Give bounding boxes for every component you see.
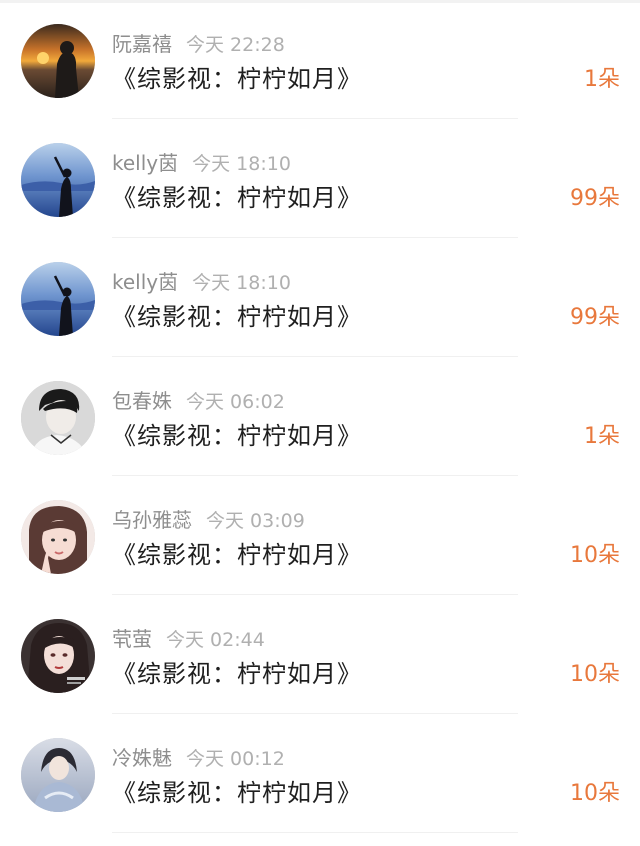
avatar[interactable] bbox=[21, 262, 95, 336]
avatar[interactable] bbox=[21, 738, 95, 812]
book-title[interactable]: 《综影视：柠柠如月》 bbox=[112, 181, 362, 215]
blue-sea-figure-icon bbox=[21, 262, 95, 336]
list-item[interactable]: 乌孙雅蕊 今天 03:09 《综影视：柠柠如月》 10朵 bbox=[0, 476, 640, 595]
sunset-silhouette-icon bbox=[21, 24, 95, 98]
painted-lady-icon bbox=[21, 738, 95, 812]
list-item[interactable]: 包春姝 今天 06:02 《综影视：柠柠如月》 1朵 bbox=[0, 357, 640, 476]
book-title[interactable]: 《综影视：柠柠如月》 bbox=[112, 419, 362, 453]
timestamp: 今天 18:10 bbox=[192, 153, 291, 175]
user-name[interactable]: kelly茵 bbox=[112, 270, 178, 294]
timestamp: 今天 02:44 bbox=[166, 629, 265, 651]
avatar[interactable] bbox=[21, 500, 95, 574]
user-name[interactable]: 冷姝魅 bbox=[112, 746, 172, 770]
gift-count: 99朵 bbox=[570, 305, 620, 330]
blue-sea-figure-icon bbox=[21, 143, 95, 217]
record-meta: kelly茵 今天 18:10 bbox=[112, 149, 291, 177]
user-name[interactable]: 茕萤 bbox=[112, 627, 152, 651]
list-item[interactable]: 阮嘉禧 今天 22:28 《综影视：柠柠如月》 1朵 bbox=[0, 0, 640, 119]
gift-count: 99朵 bbox=[570, 186, 620, 211]
avatar[interactable] bbox=[21, 24, 95, 98]
user-name[interactable]: kelly茵 bbox=[112, 151, 178, 175]
timestamp: 今天 06:02 bbox=[186, 391, 285, 413]
girl-peace-sign-icon bbox=[21, 500, 95, 574]
avatar[interactable] bbox=[21, 381, 95, 455]
illustrated-girl-icon bbox=[21, 619, 95, 693]
record-meta: kelly茵 今天 18:10 bbox=[112, 268, 291, 296]
user-name[interactable]: 阮嘉禧 bbox=[112, 32, 172, 56]
record-meta: 阮嘉禧 今天 22:28 bbox=[112, 30, 285, 58]
record-meta: 茕萤 今天 02:44 bbox=[112, 625, 265, 653]
timestamp: 今天 22:28 bbox=[186, 34, 285, 56]
book-title[interactable]: 《综影视：柠柠如月》 bbox=[112, 776, 362, 810]
gift-count: 10朵 bbox=[570, 543, 620, 568]
list-item[interactable]: 茕萤 今天 02:44 《综影视：柠柠如月》 10朵 bbox=[0, 595, 640, 714]
book-title[interactable]: 《综影视：柠柠如月》 bbox=[112, 62, 362, 96]
row-divider bbox=[112, 832, 518, 833]
record-meta: 乌孙雅蕊 今天 03:09 bbox=[112, 506, 305, 534]
gift-count: 1朵 bbox=[584, 424, 620, 449]
gift-count: 1朵 bbox=[584, 67, 620, 92]
book-title[interactable]: 《综影视：柠柠如月》 bbox=[112, 657, 362, 691]
record-meta: 冷姝魅 今天 00:12 bbox=[112, 744, 285, 772]
avatar[interactable] bbox=[21, 143, 95, 217]
record-meta: 包春姝 今天 06:02 bbox=[112, 387, 285, 415]
list-item[interactable]: kelly茵 今天 18:10 《综影视：柠柠如月》 99朵 bbox=[0, 238, 640, 357]
book-title[interactable]: 《综影视：柠柠如月》 bbox=[112, 538, 362, 572]
timestamp: 今天 03:09 bbox=[206, 510, 305, 532]
list-item[interactable]: kelly茵 今天 18:10 《综影视：柠柠如月》 99朵 bbox=[0, 119, 640, 238]
book-title[interactable]: 《综影视：柠柠如月》 bbox=[112, 300, 362, 334]
user-name[interactable]: 包春姝 bbox=[112, 389, 172, 413]
user-name[interactable]: 乌孙雅蕊 bbox=[112, 508, 192, 532]
timestamp: 今天 00:12 bbox=[186, 748, 285, 770]
monochrome-boy-icon bbox=[21, 381, 95, 455]
list-item[interactable]: 冷姝魅 今天 00:12 《综影视：柠柠如月》 10朵 bbox=[0, 714, 640, 833]
timestamp: 今天 18:10 bbox=[192, 272, 291, 294]
avatar[interactable] bbox=[21, 619, 95, 693]
gift-count: 10朵 bbox=[570, 662, 620, 687]
gift-count: 10朵 bbox=[570, 781, 620, 806]
